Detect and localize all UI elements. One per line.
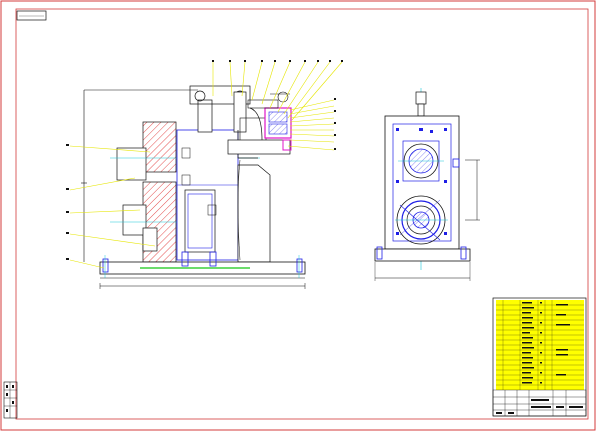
- title-block: [492, 297, 587, 417]
- upper-roll: [116, 147, 147, 181]
- pivot-left: [194, 90, 206, 102]
- lower-roll: [122, 204, 147, 236]
- side-bracket: [237, 164, 271, 263]
- flange-upper: [142, 121, 177, 173]
- drawing-code-box: [16, 10, 47, 21]
- coupling-shaft: [227, 139, 291, 155]
- revision-stamp: [3, 381, 18, 419]
- upper-column: [197, 99, 213, 133]
- breather: [415, 91, 427, 105]
- side-view: [374, 88, 480, 281]
- cad-drawing-sheet: [0, 0, 596, 431]
- side-base: [374, 248, 471, 262]
- front-view: [66, 60, 343, 289]
- right-leaders: [287, 99, 335, 151]
- drawing-svg: [0, 0, 596, 431]
